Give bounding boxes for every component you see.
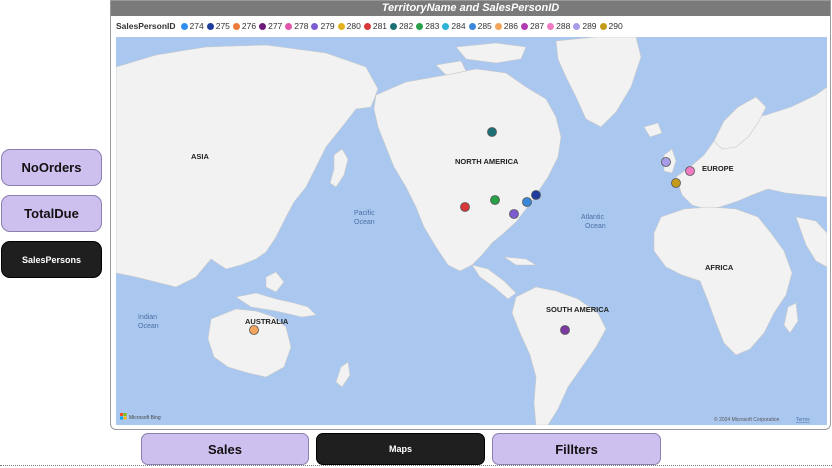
sales-button[interactable]: Sales (141, 433, 309, 465)
legend-label: 276 (241, 21, 257, 31)
legend-item[interactable]: 278 (285, 21, 308, 31)
map-visual: TerritoryName and SalesPersonID SalesPer… (110, 0, 831, 430)
legend-label: 278 (294, 21, 309, 31)
legend-label: 280 (346, 21, 361, 31)
legend-label: 281 (372, 21, 388, 31)
label-atlantic-ocean: Ocean (585, 223, 606, 230)
legend-item[interactable]: 287 (520, 21, 545, 31)
bing-text: Microsoft Bing (129, 415, 161, 421)
label-indian: Indian (138, 314, 157, 321)
legend-dot-icon (180, 22, 188, 30)
legend-dot-icon (599, 22, 607, 30)
legend-label: 285 (477, 21, 492, 31)
sales-persons-button[interactable]: SalesPersons (1, 241, 102, 278)
world-map[interactable]: ASIA NORTH AMERICA EUROPE AFRICA SOUTH A… (116, 37, 827, 425)
legend-dot-icon (363, 22, 371, 30)
bubble-us-west[interactable] (460, 202, 470, 212)
legend-item[interactable]: 280 (337, 21, 361, 31)
legend-label: 286 (503, 21, 518, 31)
legend-item[interactable]: 282 (390, 21, 413, 31)
bubble-germany[interactable] (685, 166, 695, 176)
label-south-america: SOUTH AMERICA (546, 305, 610, 314)
legend-item[interactable]: 285 (468, 21, 492, 31)
bubble-us-southeast[interactable] (509, 209, 519, 219)
terms-link[interactable]: Terms (796, 417, 810, 423)
legend-item[interactable]: 281 (363, 21, 388, 31)
maps-button[interactable]: Maps (316, 433, 485, 465)
legend-item[interactable]: 277 (259, 21, 282, 31)
legend-item[interactable]: 288 (547, 21, 570, 31)
legend-dot-icon (390, 22, 398, 30)
legend-item[interactable]: 276 (232, 21, 257, 31)
legend-dot-icon (259, 22, 267, 30)
legend-item[interactable]: 290 (599, 21, 623, 31)
bubble-us-northeast[interactable] (531, 190, 541, 200)
label-australia: AUSTRALIA (245, 317, 289, 326)
visual-title: TerritoryName and SalesPersonID (111, 1, 830, 16)
label-asia: ASIA (191, 152, 210, 161)
label-north-america: NORTH AMERICA (455, 157, 519, 166)
legend-dot-icon (442, 22, 450, 30)
total-due-button[interactable]: TotalDue (1, 195, 102, 232)
bubble-us-central[interactable] (490, 195, 500, 205)
legend-dot-icon (337, 22, 345, 30)
legend-dot-icon (494, 22, 502, 30)
legend-label: 274 (189, 21, 204, 31)
label-africa: AFRICA (705, 263, 734, 272)
legend-label: 284 (451, 21, 466, 31)
legend-label: 289 (582, 21, 597, 31)
filters-button[interactable]: Fillters (492, 433, 661, 465)
legend-label: 282 (399, 21, 414, 31)
legend-label: 288 (556, 21, 571, 31)
label-pacific-ocean: Ocean (354, 219, 375, 226)
legend-dot-icon (232, 22, 240, 30)
bubble-canada[interactable] (487, 127, 497, 137)
legend-dot-icon (468, 22, 476, 30)
legend-item[interactable]: 279 (311, 21, 335, 31)
map-canvas[interactable]: ASIA NORTH AMERICA EUROPE AFRICA SOUTH A… (116, 37, 827, 425)
bubble-australia[interactable] (249, 325, 259, 335)
legend-dot-icon (311, 22, 319, 30)
legend-title: SalesPersonID (116, 21, 176, 31)
legend-dot-icon (547, 22, 555, 30)
bubble-us-east[interactable] (522, 197, 532, 207)
label-pacific: Pacific (354, 210, 375, 217)
page-divider (0, 465, 832, 466)
legend: SalesPersonID 274 275 276 277 278 279 280 281 28… (116, 19, 626, 33)
legend-item[interactable]: 284 (442, 21, 466, 31)
legend-label: 279 (320, 21, 335, 31)
legend-item[interactable]: 275 (206, 21, 230, 31)
legend-item[interactable]: 283 (416, 21, 439, 31)
legend-label: 283 (425, 21, 440, 31)
bubble-south-america[interactable] (560, 325, 570, 335)
label-atlantic: Atlantic (581, 214, 604, 221)
legend-label: 275 (215, 21, 230, 31)
label-europe: EUROPE (702, 164, 734, 173)
copyright-text: © 2024 Microsoft Corporation (714, 416, 780, 423)
legend-dot-icon (285, 22, 293, 30)
label-indian-ocean: Ocean (138, 323, 159, 330)
legend-label: 290 (608, 21, 623, 31)
legend-dot-icon (573, 22, 581, 30)
legend-item[interactable]: 274 (180, 21, 204, 31)
legend-dot-icon (416, 22, 424, 30)
no-orders-button[interactable]: NoOrders (1, 149, 102, 186)
legend-dot-icon (206, 22, 214, 30)
bubble-france[interactable] (671, 178, 681, 188)
legend-item[interactable]: 289 (573, 21, 597, 31)
legend-label: 277 (268, 21, 283, 31)
bubble-uk[interactable] (661, 157, 671, 167)
legend-label: 287 (529, 21, 545, 31)
legend-item[interactable]: 286 (494, 21, 518, 31)
legend-dot-icon (520, 22, 528, 30)
